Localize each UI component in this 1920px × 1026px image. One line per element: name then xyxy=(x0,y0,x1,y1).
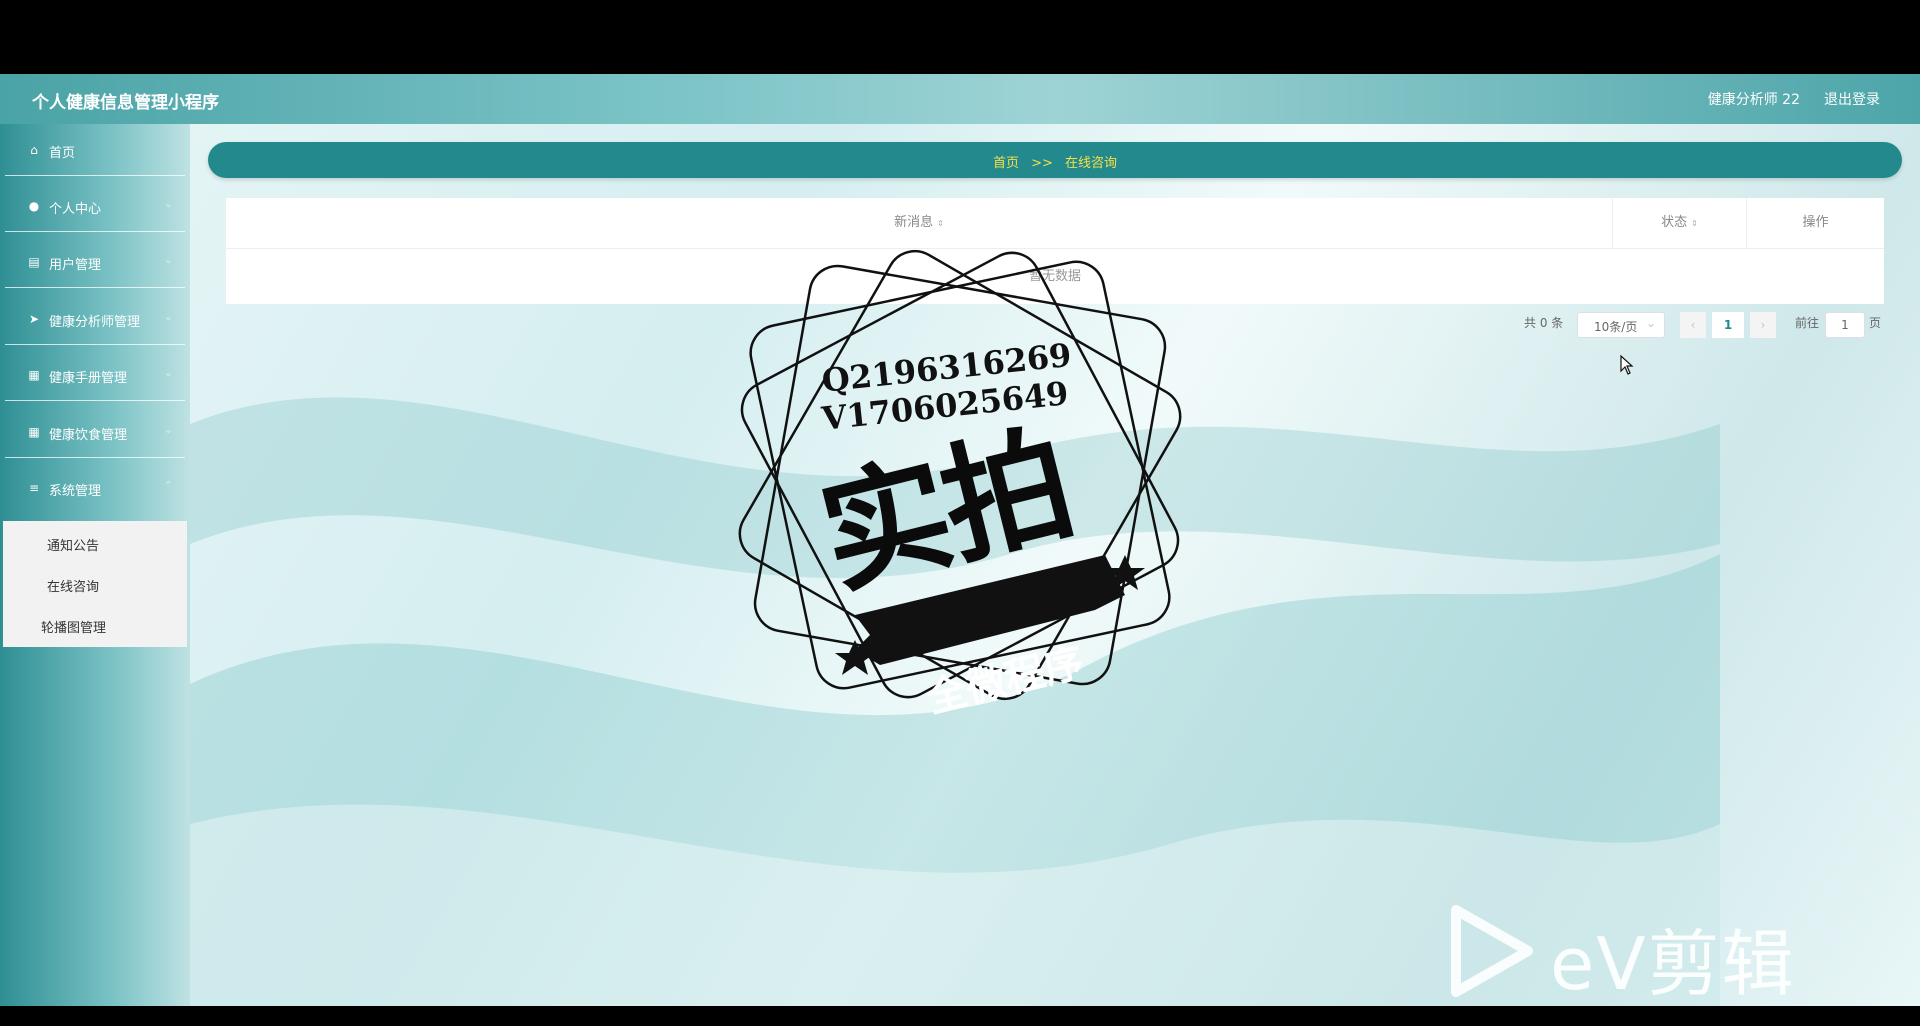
grid-icon: ▦ xyxy=(28,425,40,439)
breadcrumb-current: 在线咨询 xyxy=(1065,156,1118,171)
menu-divider xyxy=(5,231,185,232)
breadcrumb-separator: >> xyxy=(1031,156,1053,171)
submenu-item-notices[interactable]: 通知公告 xyxy=(47,535,99,554)
menu-divider xyxy=(5,344,185,345)
logout-button[interactable]: 退出登录 xyxy=(1824,89,1880,109)
chevron-right-icon: › xyxy=(1760,318,1766,332)
clipboard-icon: ▤ xyxy=(28,255,40,269)
empty-state-text: 暂无数据 xyxy=(1028,269,1081,284)
sidebar-item-handbook-management[interactable]: ▦ 健康手册管理 ⌄ xyxy=(5,349,185,401)
grid-icon: ▦ xyxy=(28,368,40,382)
sidebar-item-label: 用户管理 xyxy=(49,258,102,273)
chevron-up-icon: ⌃ xyxy=(163,479,173,492)
jump-label: 前往 xyxy=(1795,316,1820,330)
column-header-status[interactable]: 状态 ⇕ xyxy=(1613,198,1746,248)
sidebar-item-label: 健康手册管理 xyxy=(49,371,128,386)
column-header-label: 状态 xyxy=(1661,215,1688,230)
chevron-down-icon: ⌄ xyxy=(163,310,173,323)
sidebar-item-home[interactable]: ⌂ 首页 xyxy=(5,124,185,176)
home-icon: ⌂ xyxy=(30,143,38,157)
chevron-down-icon: ⌄ xyxy=(163,366,173,379)
sidebar-item-diet-management[interactable]: ▦ 健康饮食管理 ⌄ xyxy=(5,406,185,458)
system-submenu: 通知公告 在线咨询 轮播图管理 xyxy=(3,521,187,647)
sidebar: ⌂ 首页 ● 个人中心 ⌄ ▤ 用户管理 ⌄ ➤ 健康分析师管理 ⌄ ▦ 健康手… xyxy=(0,124,190,1006)
column-header-label: 新消息 xyxy=(894,215,934,230)
breadcrumb: 首页 >> 在线咨询 xyxy=(208,142,1902,178)
send-icon: ➤ xyxy=(28,312,40,326)
page-size-value: 10条/页 xyxy=(1594,320,1638,334)
sort-icon[interactable]: ⇕ xyxy=(937,219,944,228)
app-title: 个人健康信息管理小程序 xyxy=(32,93,219,113)
sidebar-item-label: 首页 xyxy=(49,146,76,161)
prev-page-button[interactable]: ‹ xyxy=(1680,312,1706,338)
menu-divider xyxy=(5,287,185,288)
current-user-name: 健康分析师 22 xyxy=(1707,92,1800,108)
chevron-down-icon: ⌄ xyxy=(163,253,173,266)
sidebar-item-label: 个人中心 xyxy=(49,202,102,217)
mouse-cursor-icon xyxy=(1620,355,1634,375)
menu-divider xyxy=(5,175,185,176)
top-bar: 个人健康信息管理小程序 健康分析师 22 退出登录 xyxy=(0,74,1920,124)
sidebar-item-personal-center[interactable]: ● 个人中心 ⌄ xyxy=(5,180,185,232)
user-icon: ● xyxy=(28,199,40,213)
ev-watermark-text: eV剪辑 xyxy=(1550,922,1796,1006)
breadcrumb-text: 首页 >> 在线咨询 xyxy=(208,152,1902,171)
column-header-new-message[interactable]: 新消息 ⇕ xyxy=(226,198,1612,248)
sidebar-item-analyst-management[interactable]: ➤ 健康分析师管理 ⌄ xyxy=(5,293,185,345)
page-suffix: 页 xyxy=(1869,316,1882,330)
data-table: 新消息 ⇕ 状态 ⇕ 操作 暂无数据 xyxy=(226,198,1884,304)
sort-icon[interactable]: ⇕ xyxy=(1691,219,1698,228)
chevron-down-icon: ⌄ xyxy=(163,423,173,436)
chevron-left-icon: ‹ xyxy=(1690,318,1696,332)
chevron-down-icon: ⌄ xyxy=(1645,316,1656,330)
next-page-button[interactable]: › xyxy=(1750,312,1776,338)
page-number-current[interactable]: 1 xyxy=(1712,312,1744,338)
menu-divider xyxy=(5,457,185,458)
page-jump-input[interactable]: 1 xyxy=(1825,312,1865,338)
sidebar-item-user-management[interactable]: ▤ 用户管理 ⌄ xyxy=(5,236,185,288)
sidebar-item-label: 健康分析师管理 xyxy=(49,315,141,330)
menu-divider xyxy=(5,400,185,401)
sidebar-item-label: 健康饮食管理 xyxy=(49,428,128,443)
page-size-select[interactable]: 10条/页 ⌄ xyxy=(1577,312,1665,338)
sidebar-item-system-management[interactable]: ≡ 系统管理 ⌃ xyxy=(5,462,185,514)
column-header-actions: 操作 xyxy=(1747,198,1884,248)
list-icon: ≡ xyxy=(28,481,40,495)
column-header-label: 操作 xyxy=(1802,215,1829,230)
sidebar-item-label: 系统管理 xyxy=(49,484,102,499)
submenu-item-carousel[interactable]: 轮播图管理 xyxy=(41,617,106,636)
submenu-item-online-consult[interactable]: 在线咨询 xyxy=(47,576,99,595)
chevron-down-icon: ⌄ xyxy=(163,197,173,210)
breadcrumb-home[interactable]: 首页 xyxy=(993,156,1019,171)
pagination-total: 共 0 条 xyxy=(1524,316,1564,330)
